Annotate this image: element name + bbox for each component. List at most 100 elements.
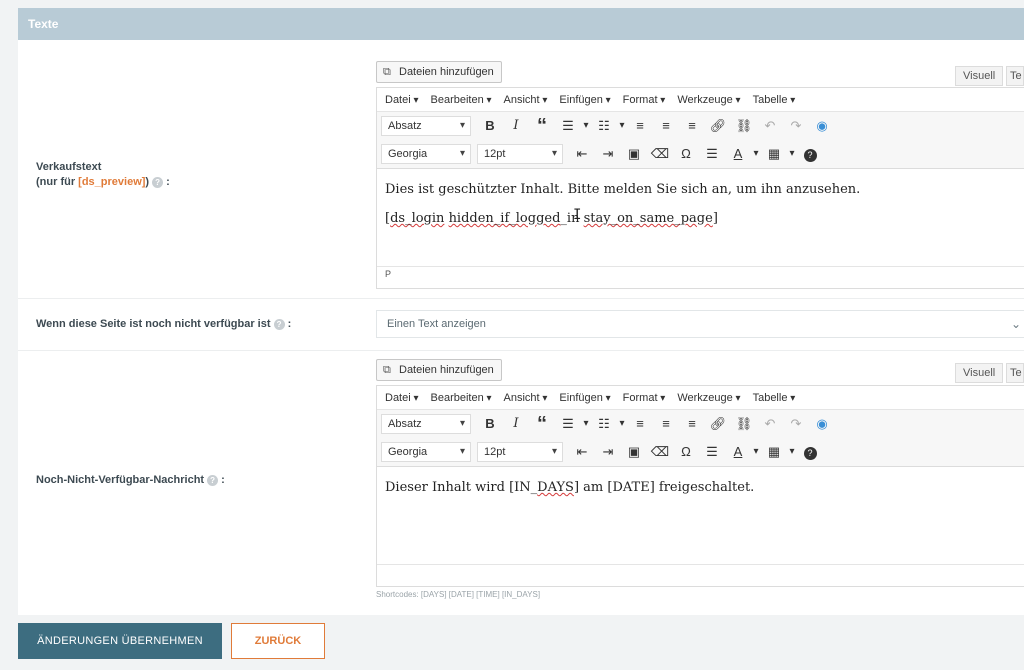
menu-insert[interactable]: Einfügen (559, 392, 610, 404)
chevron-down-icon[interactable]: ▾ (787, 441, 797, 463)
tab-text-label: Te (1010, 367, 1022, 379)
menu-view[interactable]: Ansicht (504, 392, 548, 404)
element-path (377, 564, 1024, 580)
undo-icon[interactable]: ↶ (757, 115, 783, 137)
outdent-icon[interactable]: ⇤ (569, 143, 595, 165)
numbered-list-icon[interactable]: ☷ (591, 115, 617, 137)
text-color-icon[interactable]: A (725, 143, 751, 165)
link-icon[interactable]: 🔗︎ (705, 115, 731, 137)
menu-insert[interactable]: Einfügen (559, 94, 610, 106)
chevron-down-icon[interactable]: ▾ (787, 143, 797, 165)
media-icon: ⧉ (383, 364, 391, 376)
paste-icon[interactable]: ▣ (621, 143, 647, 165)
undo-icon[interactable]: ↶ (757, 413, 783, 435)
redo-icon[interactable]: ↷ (783, 115, 809, 137)
bold-icon[interactable]: B (477, 115, 503, 137)
editor-content[interactable]: Dies ist geschützter Inhalt. Bitte melde… (377, 168, 1024, 266)
format-select[interactable]: Absatz (381, 116, 471, 136)
chevron-down-icon[interactable]: ▾ (617, 413, 627, 435)
align-left-icon[interactable]: ≡ (627, 115, 653, 137)
toolbar-row-1: Absatz B I “ ☰▾ ☷▾ ≡ ≡ ≡ 🔗︎ ⛓︎ ↶ ↷ ◉ (377, 112, 1024, 140)
menu-format[interactable]: Format (623, 392, 666, 404)
save-changes-button[interactable]: ÄNDERUNGEN ÜBERNEHMEN (18, 623, 222, 659)
font-size-select[interactable]: 12pt (477, 144, 563, 164)
bullet-list-icon[interactable]: ☰ (555, 115, 581, 137)
numbered-list-icon[interactable]: ☷ (591, 413, 617, 435)
link-icon[interactable]: 🔗︎ (705, 413, 731, 435)
tab-visual[interactable]: Visuell (955, 66, 1004, 86)
italic-icon[interactable]: I (503, 115, 529, 137)
table-icon[interactable]: ▦ (761, 143, 787, 165)
indent-icon[interactable]: ⇥ (595, 143, 621, 165)
chevron-down-icon[interactable]: ▾ (751, 143, 761, 165)
align-right-icon[interactable]: ≡ (679, 115, 705, 137)
horizontal-rule-icon[interactable]: ☰ (699, 143, 725, 165)
chevron-down-icon[interactable]: ▾ (751, 441, 761, 463)
clear-formatting-icon[interactable]: ⌫ (647, 143, 673, 165)
add-media-button[interactable]: ⧉ Dateien hinzufügen (376, 61, 502, 83)
label-colon: : (287, 318, 292, 330)
text-color-icon[interactable]: A (725, 441, 751, 463)
align-right-icon[interactable]: ≡ (679, 413, 705, 435)
menu-edit[interactable]: Bearbeiten (431, 392, 492, 404)
menu-file[interactable]: Datei (385, 94, 419, 106)
font-family-select[interactable]: Georgia (381, 442, 471, 462)
help-icon[interactable]: ? (152, 176, 164, 188)
unavailable-mode-select[interactable]: Einen Text anzeigen ⌄ (376, 310, 1024, 338)
bold-icon[interactable]: B (477, 413, 503, 435)
menu-format[interactable]: Format (623, 94, 666, 106)
help-circle-icon[interactable]: ? (797, 441, 823, 463)
sales-text-editor: Datei Bearbeiten Ansicht Einfügen Format… (376, 87, 1024, 289)
horizontal-rule-icon[interactable]: ☰ (699, 441, 725, 463)
row-divider (18, 298, 1024, 299)
menu-edit[interactable]: Bearbeiten (431, 94, 492, 106)
unavailable-mode-label-text: Wenn diese Seite ist noch nicht verfügba… (36, 318, 271, 330)
tab-text[interactable]: Te (1006, 363, 1024, 383)
shortcodes-hint: Shortcodes: [DAYS] [DATE] [TIME] [IN_DAY… (376, 590, 541, 599)
chevron-down-icon[interactable]: ▾ (617, 115, 627, 137)
unlink-icon[interactable]: ⛓︎ (731, 413, 757, 435)
redo-icon[interactable]: ↷ (783, 413, 809, 435)
plugin-icon[interactable]: ◉ (809, 413, 835, 435)
help-icon[interactable]: ? (207, 474, 219, 486)
editor-menubar: Datei Bearbeiten Ansicht Einfügen Format… (377, 386, 1024, 410)
help-glyph: ? (803, 447, 817, 460)
menu-table[interactable]: Tabelle (753, 392, 796, 404)
align-left-icon[interactable]: ≡ (627, 413, 653, 435)
blockquote-icon[interactable]: “ (529, 115, 555, 137)
blockquote-icon[interactable]: “ (529, 413, 555, 435)
tab-text[interactable]: Te (1006, 66, 1024, 86)
back-button[interactable]: ZURÜCK (231, 623, 325, 659)
italic-icon[interactable]: I (503, 413, 529, 435)
special-char-icon[interactable]: Ω (673, 441, 699, 463)
indent-icon[interactable]: ⇥ (595, 441, 621, 463)
help-circle-icon[interactable]: ? (797, 143, 823, 165)
menu-tools[interactable]: Werkzeuge (677, 94, 740, 106)
menu-file[interactable]: Datei (385, 392, 419, 404)
menu-tools[interactable]: Werkzeuge (677, 392, 740, 404)
shortcode-part: ] (712, 211, 718, 226)
shortcode-part: hidden_if_logged (448, 211, 561, 226)
paste-icon[interactable]: ▣ (621, 441, 647, 463)
align-center-icon[interactable]: ≡ (653, 115, 679, 137)
menu-table[interactable]: Tabelle (753, 94, 796, 106)
add-media-button[interactable]: ⧉ Dateien hinzufügen (376, 359, 502, 381)
table-icon[interactable]: ▦ (761, 441, 787, 463)
menu-view[interactable]: Ansicht (504, 94, 548, 106)
tab-visual[interactable]: Visuell (955, 363, 1004, 383)
editor-content[interactable]: Dieser Inhalt wird [IN_DAYS] am [DATE] f… (377, 466, 1024, 564)
align-center-icon[interactable]: ≡ (653, 413, 679, 435)
special-char-icon[interactable]: Ω (673, 143, 699, 165)
chevron-down-icon[interactable]: ▾ (581, 115, 591, 137)
message-part: Dieser Inhalt wird [IN_ (385, 480, 538, 495)
font-size-select[interactable]: 12pt (477, 442, 563, 462)
outdent-icon[interactable]: ⇤ (569, 441, 595, 463)
bullet-list-icon[interactable]: ☰ (555, 413, 581, 435)
unlink-icon[interactable]: ⛓︎ (731, 115, 757, 137)
clear-formatting-icon[interactable]: ⌫ (647, 441, 673, 463)
plugin-icon[interactable]: ◉ (809, 115, 835, 137)
help-icon[interactable]: ? (273, 318, 285, 330)
format-select[interactable]: Absatz (381, 414, 471, 434)
font-family-select[interactable]: Georgia (381, 144, 471, 164)
chevron-down-icon[interactable]: ▾ (581, 413, 591, 435)
